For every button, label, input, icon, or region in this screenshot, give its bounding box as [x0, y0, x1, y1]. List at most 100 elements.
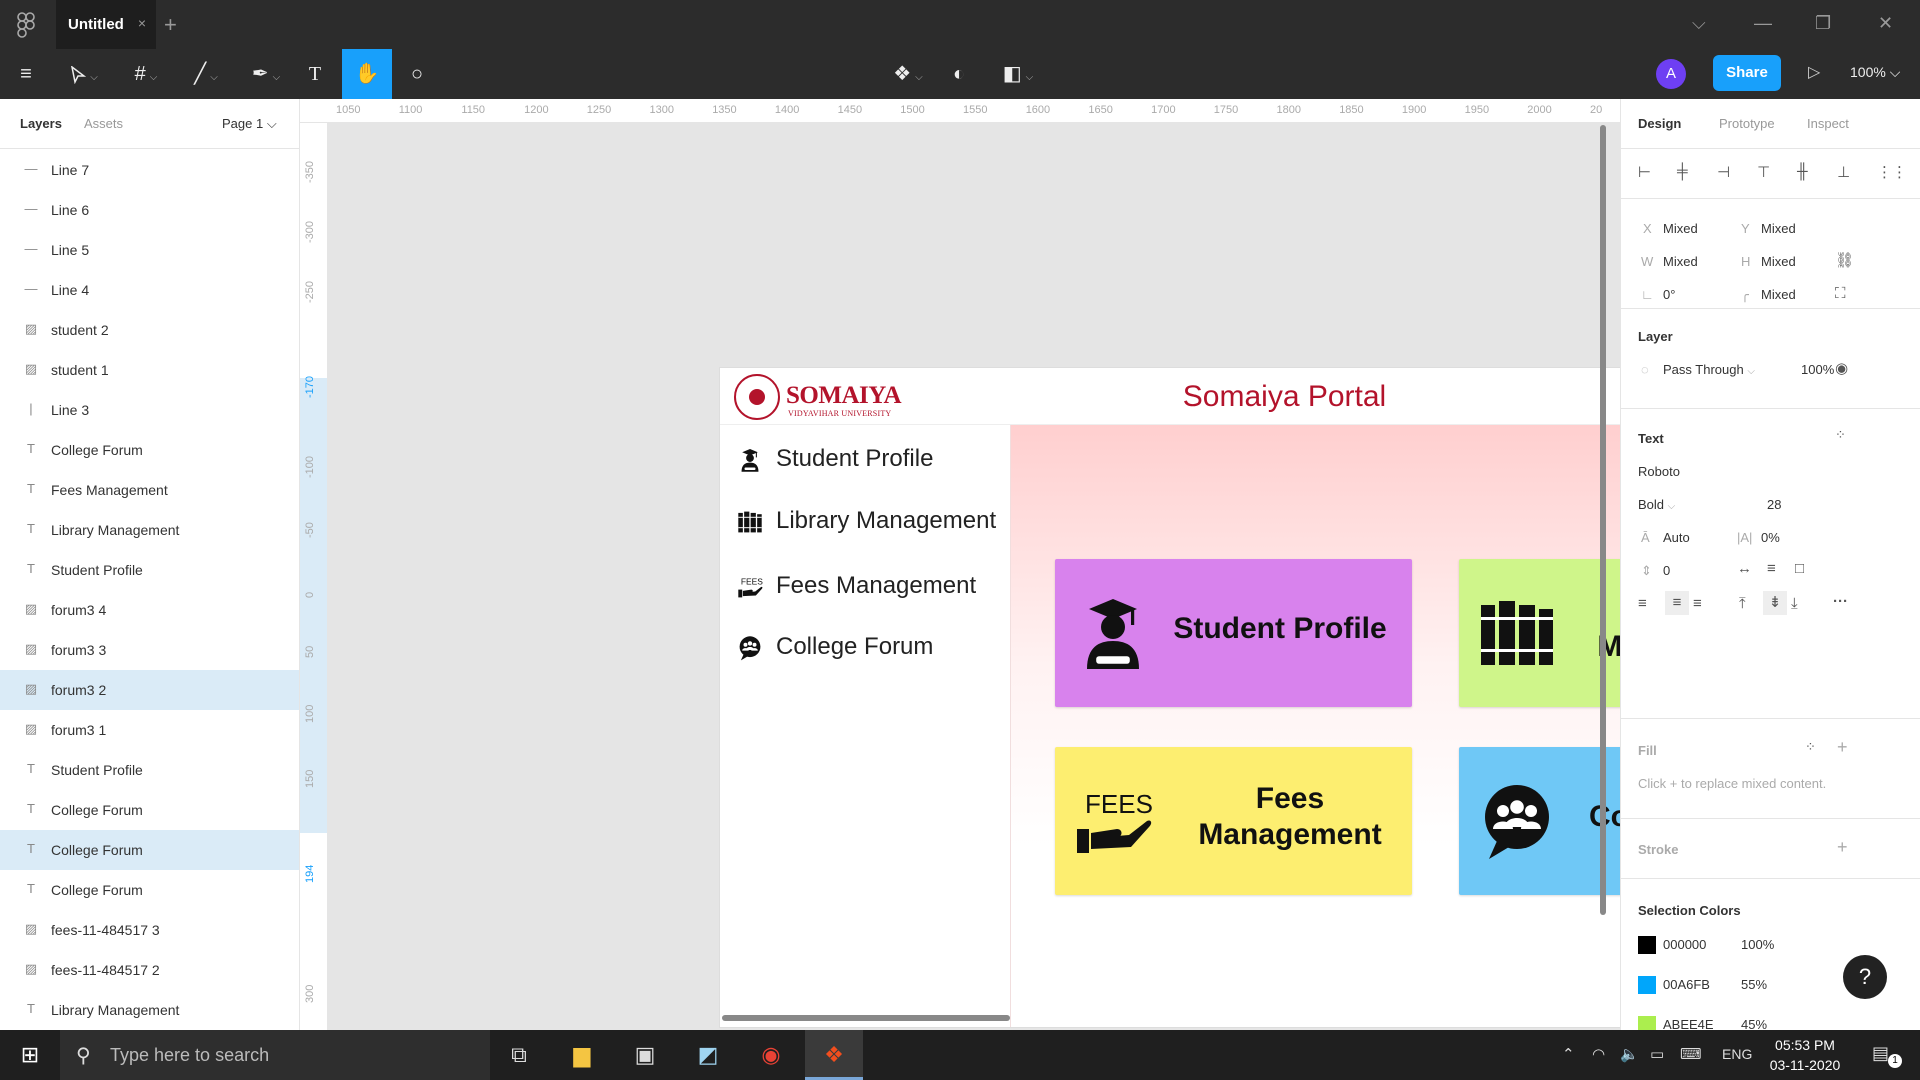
more-options-icon[interactable]: ··· — [1833, 593, 1848, 610]
new-tab-button[interactable]: + — [164, 12, 177, 38]
design-canvas[interactable]: SOMAIYA VIDYAVIHAR UNIVERSITY Somaiya Po… — [328, 123, 1620, 1030]
layer-row[interactable]: ▨ fees-11-484517 2 — [0, 950, 299, 990]
layer-row[interactable]: T Student Profile — [0, 550, 299, 590]
blend-mode-dropdown[interactable]: Pass Through ⌵ — [1663, 362, 1755, 377]
font-size-field[interactable]: 28 — [1767, 497, 1781, 512]
font-family-dropdown[interactable]: Roboto — [1638, 464, 1680, 479]
page-selector[interactable]: Page 1 ⌵ — [222, 116, 277, 132]
fill-styles-icon[interactable]: ⁘ — [1805, 739, 1816, 755]
rotation-field[interactable]: 0° — [1663, 287, 1675, 302]
layer-row[interactable]: T College Forum — [0, 870, 299, 910]
vertical-align-top-icon[interactable]: ⤒ — [1739, 595, 1746, 612]
layer-opacity-field[interactable]: 100% — [1801, 362, 1834, 377]
sidebar-item-college-forum[interactable]: College Forum — [736, 627, 996, 667]
figma-logo-icon[interactable] — [14, 12, 38, 38]
align-left-icon[interactable]: ⊢ — [1638, 163, 1651, 181]
align-middle-icon[interactable]: ╫ — [1797, 163, 1808, 180]
layer-row[interactable]: T Library Management — [0, 510, 299, 550]
layer-row[interactable]: ▨ fees-11-484517 3 — [0, 910, 299, 950]
color-opacity[interactable]: 55% — [1741, 977, 1767, 992]
y-field[interactable]: Mixed — [1761, 221, 1796, 236]
tab-close-icon[interactable]: × — [138, 15, 146, 31]
taskbar-search[interactable]: ⚲ Type here to search — [60, 1030, 490, 1080]
color-swatch[interactable] — [1638, 936, 1656, 954]
text-styles-icon[interactable]: ⁘ — [1835, 427, 1846, 443]
layer-row[interactable]: T Student Profile — [0, 750, 299, 790]
layer-row[interactable]: — Line 5 — [0, 230, 299, 270]
align-right-icon[interactable]: ⊣ — [1717, 163, 1730, 181]
tab-layers[interactable]: Layers — [20, 116, 62, 131]
x-field[interactable]: Mixed — [1663, 221, 1698, 236]
language-indicator[interactable]: ENG — [1722, 1046, 1752, 1062]
layer-row[interactable]: ▨ forum3 2 — [0, 670, 299, 710]
windows-start-icon[interactable]: ⊞ — [0, 1030, 60, 1080]
minimize-window-button[interactable]: — — [1754, 13, 1772, 34]
notifications-icon[interactable]: ▤ — [1872, 1043, 1889, 1064]
notes-app-icon[interactable]: ◩ — [679, 1030, 737, 1080]
constrain-proportions-icon[interactable]: ⛓ — [1835, 251, 1854, 269]
layer-row[interactable]: T College Forum — [0, 830, 299, 870]
share-button[interactable]: Share — [1713, 55, 1781, 91]
add-stroke-icon[interactable]: + — [1837, 837, 1848, 858]
taskbar-clock[interactable]: 05:53 PM 03-11-2020 — [1760, 1035, 1850, 1075]
tab-prototype[interactable]: Prototype — [1719, 116, 1775, 131]
align-bottom-icon[interactable]: ⊥ — [1837, 163, 1850, 181]
zoom-dropdown[interactable]: 100% ⌵ — [1850, 64, 1900, 81]
portal-frame[interactable]: SOMAIYA VIDYAVIHAR UNIVERSITY Somaiya Po… — [720, 368, 1620, 1027]
vertical-scrollbar[interactable] — [1600, 125, 1606, 915]
task-view-icon[interactable]: ⧉ — [490, 1030, 548, 1080]
frame-tool-icon[interactable]: # ⌵ — [124, 49, 168, 99]
layer-row[interactable]: ▨ forum3 4 — [0, 590, 299, 630]
chrome-icon[interactable]: ◉ — [742, 1030, 800, 1080]
comment-tool-icon[interactable]: ○ — [402, 49, 432, 99]
layer-row[interactable]: ▨ forum3 1 — [0, 710, 299, 750]
color-hex[interactable]: ABEE4E — [1663, 1017, 1714, 1030]
tab-assets[interactable]: Assets — [84, 116, 123, 131]
color-hex[interactable]: 000000 — [1663, 937, 1706, 952]
volume-icon[interactable]: 🔈 — [1620, 1045, 1639, 1063]
text-tool-icon[interactable]: T — [300, 49, 330, 99]
color-swatch[interactable] — [1638, 976, 1656, 994]
wifi-icon[interactable]: ◠ — [1592, 1045, 1605, 1063]
horizontal-scrollbar[interactable] — [722, 1015, 1010, 1021]
card-library-management[interactable]: Library Management — [1459, 559, 1620, 707]
main-menu-icon[interactable]: ≡ — [10, 49, 42, 99]
card-fees-management[interactable]: FEES Fees Management — [1055, 747, 1412, 895]
eye-icon[interactable]: ◉ — [1835, 359, 1848, 377]
independent-corners-icon[interactable]: ⛶ — [1835, 285, 1846, 302]
hand-tool-icon[interactable]: ✋ — [342, 49, 392, 99]
auto-width-icon[interactable]: ↔ — [1737, 560, 1752, 577]
component-icon[interactable]: ❖ ⌵ — [886, 49, 930, 99]
add-fill-icon[interactable]: + — [1837, 737, 1848, 758]
layer-row[interactable]: — Line 7 — [0, 150, 299, 190]
paragraph-spacing-field[interactable]: 0 — [1663, 563, 1670, 578]
align-center-h-icon[interactable]: ╪ — [1677, 163, 1688, 180]
restore-window-button[interactable]: ❐ — [1815, 13, 1831, 34]
battery-icon[interactable]: ▭ — [1650, 1045, 1664, 1063]
file-explorer-icon[interactable]: ▆ — [553, 1030, 611, 1080]
avatar[interactable]: A — [1656, 59, 1686, 89]
auto-height-icon[interactable]: ≡ — [1767, 560, 1776, 577]
boolean-icon[interactable]: ◧ ⌵ — [996, 49, 1040, 99]
align-top-icon[interactable]: ⊤ — [1757, 163, 1770, 181]
terminal-icon[interactable]: ▣ — [616, 1030, 674, 1080]
color-hex[interactable]: 00A6FB — [1663, 977, 1710, 992]
sidebar-item-student-profile[interactable]: Student Profile — [736, 439, 996, 479]
sidebar-item-library-management[interactable]: Library Management — [736, 501, 996, 541]
sidebar-item-fees-management[interactable]: FEES Fees Management — [736, 566, 996, 606]
keyboard-icon[interactable]: ⌨ — [1680, 1045, 1702, 1063]
line-height-field[interactable]: Auto — [1663, 530, 1690, 545]
w-field[interactable]: Mixed — [1663, 254, 1698, 269]
layer-row[interactable]: | Line 3 — [0, 390, 299, 430]
color-swatch[interactable] — [1638, 1016, 1656, 1030]
color-opacity[interactable]: 100% — [1741, 937, 1774, 952]
line-tool-icon[interactable]: ╱ ⌵ — [184, 49, 228, 99]
mask-icon[interactable]: ◐ — [944, 49, 974, 99]
card-college-forum[interactable]: College Forum — [1459, 747, 1620, 895]
vertical-align-bottom-icon[interactable]: ⤓ — [1791, 595, 1798, 612]
chevron-down-icon[interactable]: ⌵ — [1692, 13, 1706, 34]
text-align-left-icon[interactable]: ≡ — [1638, 595, 1647, 612]
layer-row[interactable]: T College Forum — [0, 430, 299, 470]
tray-chevron-up-icon[interactable]: ⌃ — [1562, 1045, 1575, 1063]
h-field[interactable]: Mixed — [1761, 254, 1796, 269]
